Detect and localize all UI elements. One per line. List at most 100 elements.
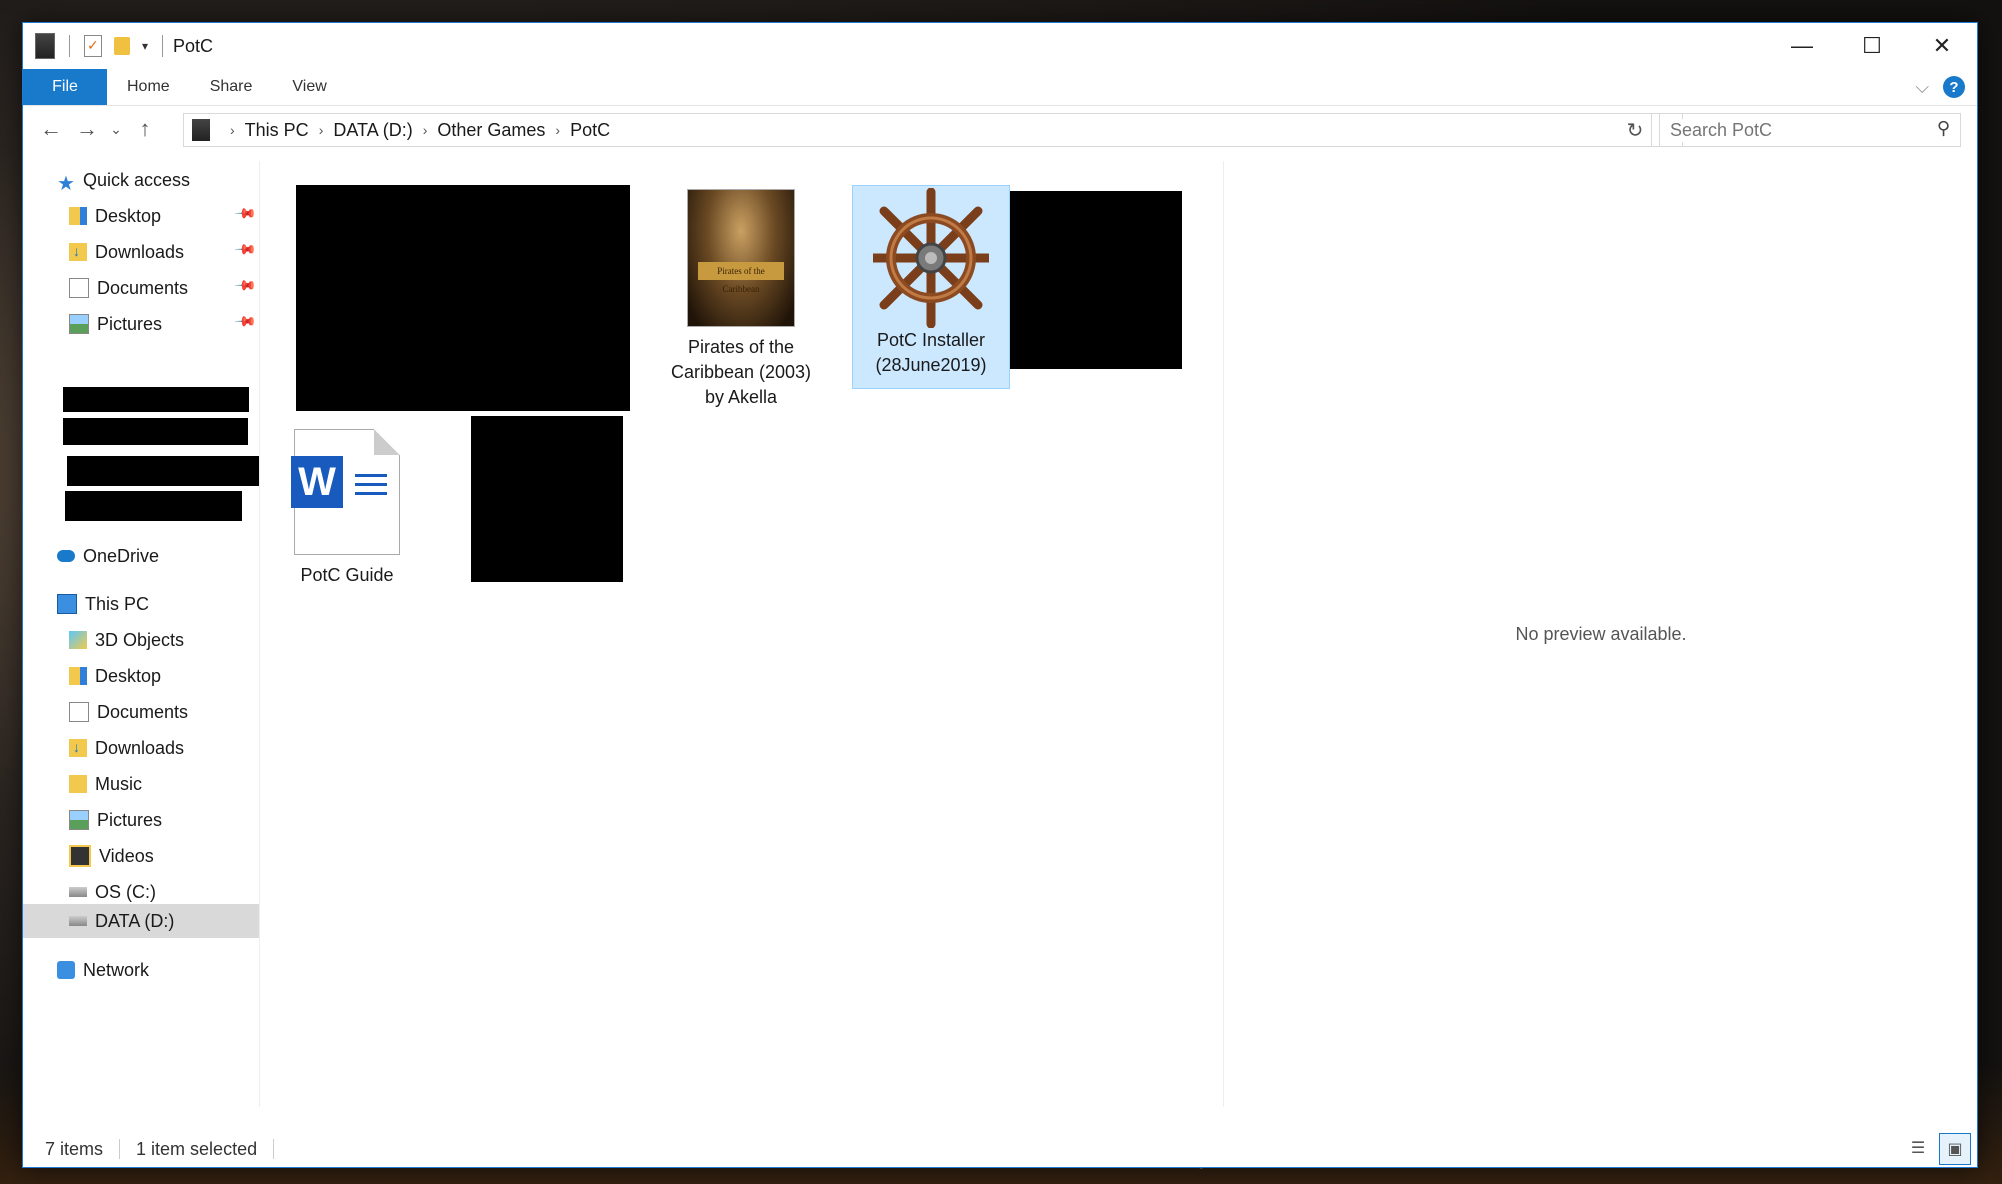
sidebar-item-documents-qa[interactable]: Documents [69,271,188,305]
file-name: PotC Guide [300,565,394,585]
sidebar-item-label: Downloads [95,241,185,262]
expand-ribbon-icon[interactable]: ⌵ [1915,77,1929,98]
breadcrumb-potc[interactable]: PotC [570,120,610,141]
word-logo: W [291,456,343,508]
text-lines-decoration [355,474,387,501]
sidebar-item-label: Documents [97,277,189,298]
file-item-selected[interactable]: PotC Installer (28June2019) [852,185,1010,389]
large-icons-view-icon[interactable]: ▣ [1939,1133,1971,1165]
customize-toolbar-icon[interactable]: ▾ [142,39,148,53]
view-switcher: ☰ ▣ [1903,1133,1971,1165]
sidebar-item-3d-objects[interactable]: 3D Objects [69,623,184,657]
chevron-right-icon[interactable]: › [230,122,235,138]
file-explorer-window: ▾ PotC — ☐ ✕ File Home Share View ⌵ ? ← … [22,22,1978,1168]
details-view-icon[interactable]: ☰ [1903,1133,1933,1163]
sidebar-item-label: Desktop [95,665,162,686]
tab-home[interactable]: Home [107,69,190,105]
sidebar-item-pictures[interactable]: Pictures [69,803,162,837]
tab-file[interactable]: File [23,69,107,105]
forward-button[interactable]: → [69,111,105,147]
search-input[interactable] [1660,118,1922,142]
redacted-block [67,456,259,486]
word-document-icon: W [291,429,400,555]
breadcrumb-this-pc[interactable]: This PC [245,120,309,141]
recent-locations-button[interactable]: ⌄ [105,111,127,147]
sidebar-item-label: Network [83,959,150,980]
sidebar-item-label: Music [95,773,143,794]
tab-view[interactable]: View [272,69,346,105]
cloud-icon [57,550,75,562]
status-bar: 7 items 1 item selected ☰ ▣ [23,1131,1977,1167]
minimize-button[interactable]: — [1767,23,1837,69]
toolbar-separator [69,35,70,57]
item-count: 7 items [45,1138,104,1159]
desktop-folder-icon [69,667,87,685]
address-bar[interactable]: › This PC › DATA (D:) › Other Games › Po… [183,113,1683,147]
pin-icon[interactable]: 📌 [234,237,258,261]
file-item[interactable]: W PotC Guide [287,429,407,588]
pin-icon[interactable]: 📌 [234,201,258,225]
new-folder-icon[interactable] [114,37,130,55]
redacted-file-thumbnail [1009,191,1182,369]
sidebar-item-label: OS (C:) [95,881,156,902]
pin-icon[interactable]: 📌 [234,273,258,297]
sidebar-item-quick-access[interactable]: ★ Quick access [57,163,190,197]
breadcrumb-other-games[interactable]: Other Games [437,120,545,141]
sidebar-item-desktop[interactable]: Desktop [69,659,161,693]
window-title: PotC [173,35,214,56]
title-bar: ▾ PotC — ☐ ✕ [23,23,1977,69]
sidebar-item-this-pc[interactable]: This PC [57,587,149,621]
up-button[interactable]: ↑ [127,111,163,147]
breadcrumb-data-drive[interactable]: DATA (D:) [333,120,412,141]
videos-folder-icon [69,845,91,867]
properties-icon[interactable] [84,35,102,57]
sidebar-item-network[interactable]: Network [57,953,149,987]
tab-share[interactable]: Share [190,69,273,105]
pin-icon[interactable]: 📌 [234,309,258,333]
computer-icon [57,594,77,614]
help-icon[interactable]: ? [1943,76,1965,98]
sidebar-item-downloads[interactable]: Downloads [69,731,184,765]
search-box[interactable]: ⚲ [1659,113,1961,147]
file-list: Pirates of the Caribbean Pirates of the … [263,161,1219,1107]
selection-count: 1 item selected [136,1138,258,1159]
back-button[interactable]: ← [33,111,69,147]
star-icon: ★ [57,173,75,195]
redacted-file-thumbnail [296,185,630,411]
chevron-right-icon[interactable]: › [555,122,560,138]
sidebar-item-label: DATA (D:) [95,910,175,931]
sidebar-item-documents[interactable]: Documents [69,695,188,729]
documents-folder-icon [69,702,89,722]
navigation-pane: ★ Quick access Desktop 📌 Downloads 📌 Doc… [23,161,260,1107]
maximize-button[interactable]: ☐ [1837,23,1907,69]
ribbon-tabs: File Home Share View ⌵ ? [23,69,1977,106]
refresh-button[interactable]: ↻ [1619,113,1652,147]
sidebar-item-label: Quick access [83,169,191,190]
toolbar-separator [162,35,164,57]
sidebar-item-label: Documents [97,701,189,722]
sidebar-item-music[interactable]: Music [69,767,142,801]
sidebar-item-onedrive[interactable]: OneDrive [57,539,159,573]
pictures-folder-icon [69,314,89,334]
chevron-right-icon[interactable]: › [423,122,428,138]
status-separator [273,1139,275,1159]
redacted-block [63,418,248,445]
search-icon[interactable]: ⚲ [1937,118,1950,139]
ship-wheel-icon [873,188,989,328]
downloads-folder-icon [69,739,87,757]
app-icon[interactable] [35,33,55,59]
sidebar-item-pictures-qa[interactable]: Pictures [69,307,162,341]
network-icon [57,961,75,979]
sidebar-item-desktop-qa[interactable]: Desktop [69,199,161,233]
status-separator [119,1139,121,1159]
preview-pane: No preview available. [1223,161,1978,1107]
sidebar-item-downloads-qa[interactable]: Downloads [69,235,184,269]
ribbon-right: ⌵ ? [1915,69,1965,105]
quick-access-toolbar: ▾ [23,33,165,59]
file-item[interactable]: Pirates of the Caribbean Pirates of the … [665,189,817,410]
sidebar-item-data-d[interactable]: DATA (D:) [69,904,174,938]
documents-folder-icon [69,278,89,298]
chevron-right-icon[interactable]: › [319,122,324,138]
sidebar-item-videos[interactable]: Videos [69,839,154,873]
close-button[interactable]: ✕ [1907,23,1977,69]
